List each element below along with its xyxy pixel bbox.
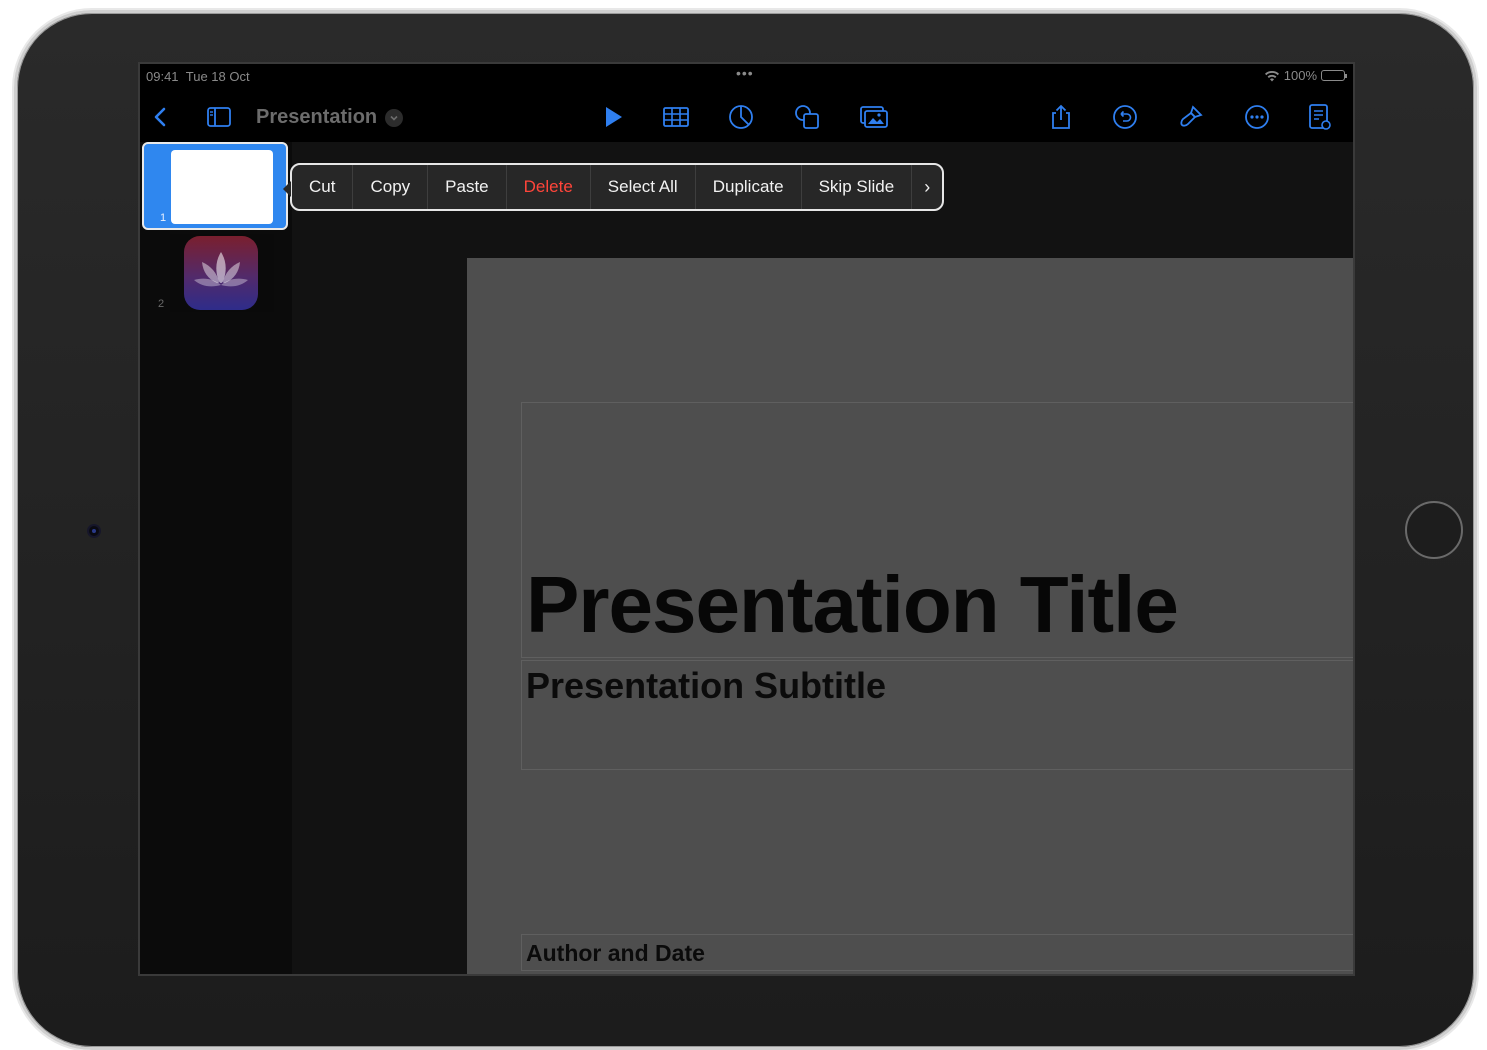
lotus-icon xyxy=(194,252,248,287)
chevron-down-icon xyxy=(385,108,404,127)
skip-slide-menu-item[interactable]: Skip Slide xyxy=(802,165,913,209)
screen: 09:41 Tue 18 Oct ••• 100% Presentation P… xyxy=(138,62,1355,976)
shapes-icon xyxy=(795,105,819,129)
chevron-left-icon xyxy=(154,107,166,127)
slide-thumbnail-preview xyxy=(171,150,273,224)
chart-icon xyxy=(729,105,753,129)
paintbrush-icon xyxy=(1180,105,1203,127)
cut-menu-item[interactable]: Cut xyxy=(292,165,354,209)
author-placeholder[interactable]: Author and Date xyxy=(521,934,1353,971)
sidebar-toggle-button[interactable] xyxy=(202,100,236,134)
duplicate-menu-item[interactable]: Duplicate xyxy=(696,165,802,209)
undo-button[interactable] xyxy=(1108,100,1142,134)
current-slide[interactable]: Presentation Title Presentation Subtitle… xyxy=(467,258,1353,974)
slide-thumbnail-1[interactable]: 1 xyxy=(142,142,288,230)
insert-media-button[interactable] xyxy=(857,100,891,134)
home-button[interactable] xyxy=(1405,501,1463,559)
insert-chart-button[interactable] xyxy=(724,100,758,134)
insert-shape-button[interactable] xyxy=(790,100,824,134)
play-icon xyxy=(606,107,622,127)
slide-canvas: Presentation Title Presentation Subtitle… xyxy=(292,142,1353,974)
slide-number: 2 xyxy=(158,298,165,310)
play-button[interactable] xyxy=(596,100,630,134)
document-title: Presentation xyxy=(256,106,378,128)
status-bar: 09:41 Tue 18 Oct ••• 100% xyxy=(140,64,1353,88)
wifi-icon xyxy=(1264,70,1279,81)
more-menu-items-button[interactable]: › xyxy=(912,165,942,209)
document-title-button[interactable]: Presentation xyxy=(256,106,404,129)
slide-subtitle: Presentation Subtitle xyxy=(526,665,887,706)
copy-menu-item[interactable]: Copy xyxy=(353,165,429,209)
ellipsis-icon xyxy=(1245,105,1269,129)
more-button[interactable] xyxy=(1240,100,1274,134)
subtitle-placeholder[interactable]: Presentation Subtitle xyxy=(521,660,1353,770)
battery-percent: 100% xyxy=(1283,68,1317,83)
battery-icon xyxy=(1321,70,1347,81)
format-button[interactable] xyxy=(1174,100,1208,134)
multitasking-dots[interactable]: ••• xyxy=(736,65,754,81)
status-indicators: 100% xyxy=(1264,68,1347,83)
undo-icon xyxy=(1113,105,1137,129)
insert-table-button[interactable] xyxy=(659,100,693,134)
share-button[interactable] xyxy=(1044,100,1078,134)
title-placeholder[interactable]: Presentation Title xyxy=(521,402,1353,658)
slide-thumbnail-2[interactable] xyxy=(170,234,274,312)
context-menu: Cut Copy Paste Delete Select All Duplica… xyxy=(282,163,945,211)
paste-menu-item[interactable]: Paste xyxy=(428,165,507,209)
toolbar: Presentation xyxy=(140,92,1353,140)
sidebar-icon xyxy=(207,107,231,127)
document-options-button[interactable] xyxy=(1302,100,1336,134)
slide-author: Author and Date xyxy=(526,940,705,966)
delete-menu-item[interactable]: Delete xyxy=(507,165,591,209)
slide-number: 1 xyxy=(160,212,167,224)
document-icon xyxy=(1309,104,1331,130)
front-camera xyxy=(89,526,99,536)
slide-title: Presentation Title xyxy=(526,560,1179,649)
select-all-menu-item[interactable]: Select All xyxy=(591,165,696,209)
media-icon xyxy=(860,106,888,128)
share-icon xyxy=(1052,104,1070,129)
status-time: 09:41 Tue 18 Oct xyxy=(146,69,250,84)
back-button[interactable] xyxy=(144,100,178,134)
table-icon xyxy=(663,107,689,127)
app-icon-image xyxy=(184,236,258,310)
